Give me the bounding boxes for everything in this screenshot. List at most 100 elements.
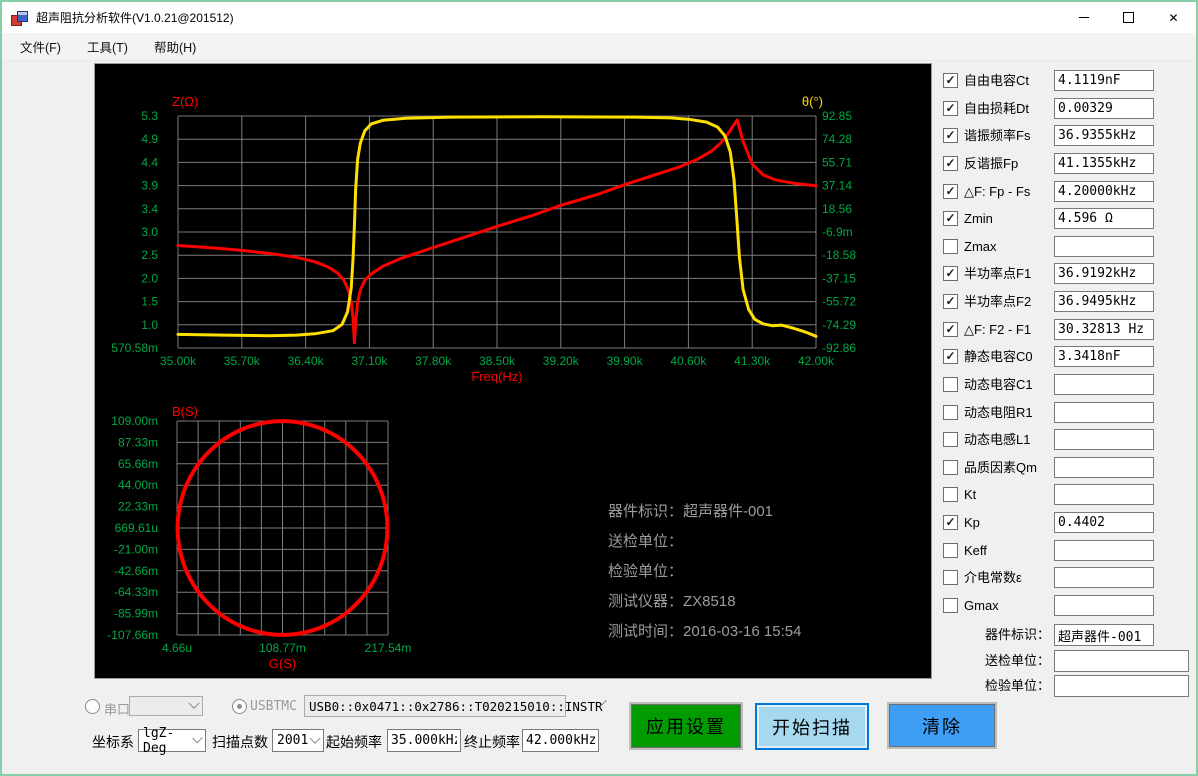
check-icon: ✓ [945, 516, 955, 528]
apply-settings-button[interactable]: 应用设置 [629, 702, 743, 750]
param-checkbox[interactable] [943, 239, 958, 254]
charts-canvas: 5.34.94.43.93.43.02.52.01.51.0570.58m92.… [95, 64, 931, 678]
usbtmc-address-combo[interactable]: USB0::0x0471::0x2786::T020215010::INSTR [304, 695, 566, 717]
stop-freq-input[interactable] [522, 729, 599, 752]
x-tick: 4.66u [162, 641, 192, 655]
clear-button[interactable]: 清除 [887, 702, 997, 749]
check-icon: ✓ [945, 267, 955, 279]
param-value-input[interactable] [1054, 567, 1154, 588]
param-checkbox[interactable] [943, 460, 958, 475]
scan-points-combo[interactable]: 2001 [272, 729, 324, 752]
param-checkbox[interactable]: ✓ [943, 515, 958, 530]
y-right-tick: 18.56 [822, 202, 852, 216]
y-tick: 65.66m [118, 457, 158, 471]
start-scan-button[interactable]: 开始扫描 [755, 703, 869, 750]
y-tick: -85.99m [114, 607, 158, 621]
menu-item-1[interactable]: 工具(T) [75, 33, 140, 60]
y-right-tick: -74.29 [822, 318, 856, 332]
check-icon: ✓ [945, 212, 955, 224]
menu-item-2[interactable]: 帮助(H) [142, 33, 208, 60]
param-value-input[interactable] [1054, 208, 1154, 229]
usbtmc-radio[interactable] [232, 699, 247, 714]
param-value-input[interactable] [1054, 457, 1154, 478]
usbtmc-radio-label: USBTMC [250, 699, 297, 714]
chevron-down-icon [188, 698, 199, 709]
y-tick: 109.00m [111, 414, 158, 428]
menu-item-0[interactable]: 文件(F) [8, 33, 73, 60]
param-value-input[interactable] [1054, 512, 1154, 533]
y-tick: 22.33m [118, 500, 158, 514]
param-checkbox[interactable]: ✓ [943, 184, 958, 199]
param-value-input[interactable] [1054, 181, 1154, 202]
param-value-input[interactable] [1054, 595, 1154, 616]
param-label: Kp [964, 512, 980, 533]
param-checkbox[interactable]: ✓ [943, 156, 958, 171]
x-tick: 42.00k [798, 354, 835, 368]
param-checkbox[interactable] [943, 543, 958, 558]
minimize-button-icon[interactable] [1061, 2, 1106, 33]
param-checkbox[interactable]: ✓ [943, 294, 958, 309]
close-button-icon[interactable]: ✕ [1151, 2, 1196, 33]
check-icon: ✓ [945, 157, 955, 169]
serial-radio[interactable] [85, 699, 100, 714]
param-value-input[interactable] [1054, 429, 1154, 450]
param-label: △F: Fp - Fs [964, 181, 1030, 202]
param-value-input[interactable] [1054, 374, 1154, 395]
overlay-info-line: 器件标识：超声器件-001 [608, 502, 773, 520]
param-checkbox[interactable]: ✓ [943, 349, 958, 364]
chevron-down-icon [309, 732, 320, 743]
y-tick: -42.66m [114, 564, 158, 578]
susceptance-axis-title: B(S) [172, 404, 198, 419]
param-value-input[interactable] [1054, 98, 1154, 119]
plot-panel: 5.34.94.43.93.43.02.52.01.51.0570.58m92.… [94, 63, 932, 679]
y-tick: -21.00m [114, 542, 158, 556]
menu-bar: 文件(F)工具(T)帮助(H) [2, 33, 1196, 61]
param-checkbox[interactable]: ✓ [943, 101, 958, 116]
param-value-input[interactable] [1054, 319, 1154, 340]
y-left-tick: 3.0 [141, 225, 158, 239]
id-field-label: 器件标识： [940, 624, 1050, 646]
y-left-tick: 570.58m [111, 341, 158, 355]
check-icon: ✓ [945, 185, 955, 197]
param-checkbox[interactable]: ✓ [943, 322, 958, 337]
param-value-input[interactable] [1054, 263, 1154, 284]
app-window: 超声阻抗分析软件(V1.0.21@201512) ✕ 文件(F)工具(T)帮助(… [0, 0, 1198, 776]
freq-axis-title: Freq(Hz) [471, 369, 522, 384]
check-icon: ✓ [945, 74, 955, 86]
x-tick: 39.20k [543, 354, 580, 368]
param-checkbox[interactable]: ✓ [943, 73, 958, 88]
param-checkbox[interactable] [943, 598, 958, 613]
param-checkbox[interactable]: ✓ [943, 211, 958, 226]
param-value-input[interactable] [1054, 70, 1154, 91]
param-checkbox[interactable] [943, 432, 958, 447]
id-field-input[interactable] [1054, 675, 1189, 697]
app-icon [11, 10, 27, 26]
param-checkbox[interactable]: ✓ [943, 266, 958, 281]
check-icon: ✓ [945, 102, 955, 114]
maximize-button-icon[interactable] [1106, 2, 1151, 33]
param-value-input[interactable] [1054, 236, 1154, 257]
param-value-input[interactable] [1054, 484, 1154, 505]
param-label: 品质因素Qm [964, 457, 1037, 478]
param-checkbox[interactable]: ✓ [943, 128, 958, 143]
param-checkbox[interactable] [943, 570, 958, 585]
conductance-axis-title: G(S) [269, 656, 296, 671]
start-freq-input[interactable] [387, 729, 461, 752]
param-label: 静态电容C0 [964, 346, 1033, 367]
param-value-input[interactable] [1054, 346, 1154, 367]
param-checkbox[interactable] [943, 377, 958, 392]
param-checkbox[interactable] [943, 487, 958, 502]
param-value-input[interactable] [1054, 402, 1154, 423]
serial-port-combo[interactable] [129, 696, 203, 716]
y-right-tick: 74.28 [822, 132, 852, 146]
param-value-input[interactable] [1054, 125, 1154, 146]
coord-system-combo[interactable]: lgZ-Deg [138, 729, 206, 752]
param-checkbox[interactable] [943, 405, 958, 420]
id-field-input[interactable] [1054, 624, 1154, 646]
id-field-input[interactable] [1054, 650, 1189, 672]
param-value-input[interactable] [1054, 291, 1154, 312]
param-label: 半功率点F1 [964, 263, 1031, 284]
param-value-input[interactable] [1054, 153, 1154, 174]
param-value-input[interactable] [1054, 540, 1154, 561]
overlay-info-line: 测试时间：2016-03-16 15:54 [608, 623, 801, 640]
